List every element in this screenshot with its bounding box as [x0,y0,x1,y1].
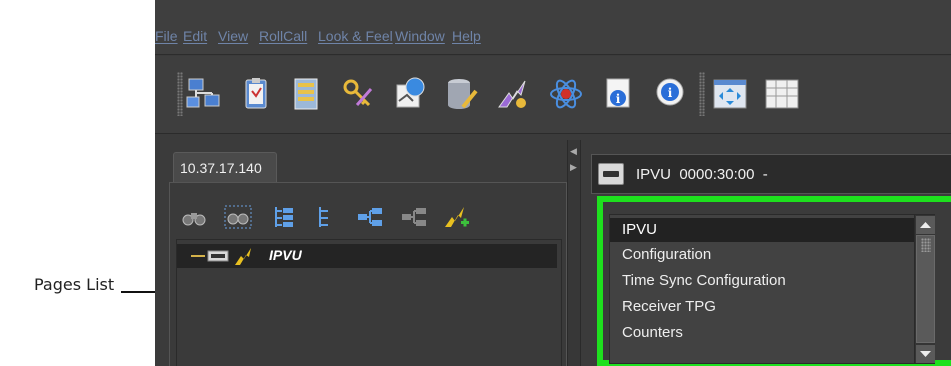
menu-window[interactable]: Window [395,28,445,44]
tab-host[interactable]: 10.37.17.140 [173,152,277,182]
window-arrows-icon[interactable] [711,75,749,113]
tree-connector [191,255,205,257]
binoculars-icon[interactable] [180,203,208,231]
menu-bar: File Edit View RollCall Look & Feel Wind… [155,0,951,55]
toolbar-grip[interactable] [177,72,183,116]
clipboard-icon[interactable] [237,75,275,113]
add-alarm-icon[interactable] [442,203,470,231]
screenshot-root: Pages List File Edit View RollCall Look … [0,0,951,366]
grid-window-icon[interactable] [763,75,801,113]
disconnect-nodes-icon[interactable] [400,203,428,231]
connect-nodes-icon[interactable] [356,203,384,231]
page-item-receiver-tpg[interactable]: Receiver TPG [610,295,914,319]
toolbar-grip[interactable] [699,72,705,116]
menu-rollcall[interactable]: RollCall [259,28,307,44]
scrollbar-grip [921,238,931,252]
page-item-counters[interactable]: Counters [610,321,914,345]
menu-help[interactable]: Help [452,28,481,44]
menu-view[interactable]: View [218,28,248,44]
info-document-icon[interactable]: i [599,75,637,113]
atom-icon[interactable] [547,75,585,113]
collapse-tree-icon[interactable] [312,203,340,231]
device-tree: IPVU [176,239,562,366]
tree-node[interactable]: IPVU [177,244,557,268]
expand-tree-icon[interactable] [270,203,298,231]
svg-text:i: i [668,86,673,100]
alarm-lightning-icon[interactable] [495,75,533,113]
globe-pin-icon[interactable] [391,75,429,113]
database-edit-icon[interactable] [443,75,481,113]
pages-list-highlight: IPVU Configuration Time Sync Configurati… [597,196,951,366]
collapse-left-icon[interactable]: ◀ [570,146,577,157]
keys-icon[interactable] [339,75,377,113]
menu-look-and-feel[interactable]: Look & Feel [318,28,393,44]
callout-label: Pages List [34,275,115,294]
server-cabinet-icon[interactable] [287,75,325,113]
page-item-ipvu[interactable]: IPVU [610,218,914,242]
tree-node-label: IPVU [269,247,302,263]
scroll-down-icon[interactable] [916,345,935,363]
svg-text:i: i [616,92,621,106]
application-window: File Edit View RollCall Look & Feel Wind… [155,0,951,366]
device-card-icon [598,163,624,185]
alarm-lightning-icon [235,248,251,265]
info-bubble-icon[interactable]: i [651,75,689,113]
device-card-icon [207,250,229,262]
navigation-panel: IPVU [169,182,567,366]
device-header: IPVU 0000:30:00 - [591,154,951,194]
scrollbar-thumb[interactable] [916,235,935,343]
pages-scrollbar[interactable] [914,215,935,363]
page-item-configuration[interactable]: Configuration [610,243,914,267]
binoculars-select-icon[interactable] [224,203,252,231]
scroll-up-icon[interactable] [916,216,935,234]
toolbar: i i [155,56,951,134]
panel-splitter[interactable]: ◀ ▶ [567,140,581,366]
collapse-right-icon[interactable]: ▶ [570,162,577,173]
page-item-time-sync-configuration[interactable]: Time Sync Configuration [610,269,914,293]
menu-file[interactable]: File [155,28,178,44]
menu-edit[interactable]: Edit [183,28,207,44]
pages-list[interactable]: IPVU Configuration Time Sync Configurati… [609,214,935,364]
device-title: IPVU 0000:30:00 - [636,166,768,183]
network-icon[interactable] [185,75,223,113]
